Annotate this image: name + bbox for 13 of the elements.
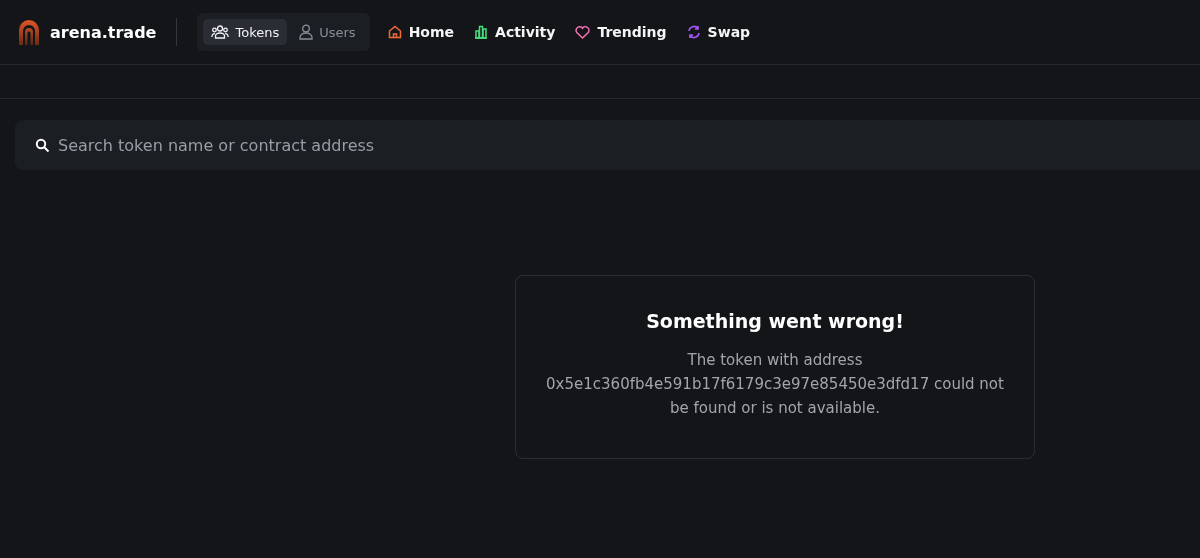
search-field[interactable]: Search token name or contract address xyxy=(15,120,1200,170)
toggle-tab[interactable]: Users xyxy=(291,19,364,45)
error-message: The token with address 0x5e1c360fb4e591b17f6179c3e97e85450e3dfd17 could not be found or is not available. xyxy=(546,350,1004,419)
nav-link[interactable]: Swap xyxy=(686,24,751,40)
user-icon xyxy=(299,24,314,40)
nav-link[interactable]: Trending xyxy=(575,24,667,40)
toggle-tab[interactable]: Tokens xyxy=(203,19,288,45)
group-icon xyxy=(211,24,230,40)
error-title: Something went wrong! xyxy=(645,310,905,332)
nav-link[interactable]: Activity xyxy=(474,24,556,40)
logo-icon xyxy=(18,19,40,45)
brand-name[interactable]: arena.trade xyxy=(50,22,157,42)
nav-link[interactable]: Home xyxy=(387,24,455,40)
